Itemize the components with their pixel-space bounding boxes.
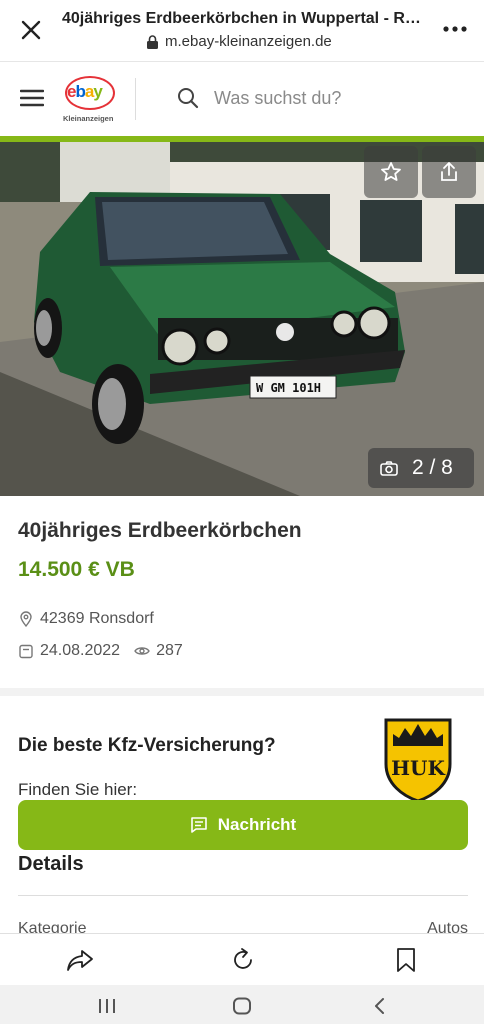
browser-title: 40jähriges Erdbeerkörbchen in Wuppertal …	[62, 10, 424, 27]
more-options-icon[interactable]	[442, 22, 468, 36]
calendar-icon	[19, 644, 33, 659]
eye-icon	[134, 647, 150, 655]
bottom-toolbar	[0, 933, 484, 985]
hamburger-menu-icon[interactable]	[20, 88, 44, 108]
location-row: 42369 Ronsdorf	[18, 610, 154, 628]
ad-title[interactable]: Die beste Kfz-Versicherung?	[18, 735, 276, 757]
browser-url[interactable]: m.ebay-kleinanzeigen.de	[146, 33, 332, 50]
image-counter: 2 / 8	[368, 448, 474, 488]
listing-title: 40jähriges Erdbeerkörbchen	[18, 519, 302, 542]
browser-url-text: m.ebay-kleinanzeigen.de	[165, 33, 332, 50]
huk-logo-text: HUK	[391, 756, 445, 780]
listing-price: 14.500 € VB	[18, 558, 135, 581]
bookmark-icon[interactable]	[392, 946, 420, 974]
header-divider	[135, 78, 136, 120]
lock-icon	[147, 34, 158, 49]
location-pin-icon	[20, 611, 32, 627]
huk-logo[interactable]: HUK	[383, 716, 453, 802]
forward-share-icon[interactable]	[66, 946, 94, 974]
home-icon[interactable]	[231, 997, 253, 1015]
date-views-row: 24.08.2022 287	[18, 642, 183, 660]
system-navigation-bar	[0, 985, 484, 1024]
close-icon[interactable]	[16, 15, 46, 45]
back-icon[interactable]	[369, 997, 391, 1015]
ad-subtitle: Finden Sie hier:	[18, 780, 138, 799]
recent-apps-icon[interactable]	[96, 997, 118, 1015]
browser-bar: 40jähriges Erdbeerkörbchen in Wuppertal …	[0, 0, 484, 62]
section-separator	[0, 688, 484, 696]
license-plate: W GM 101H	[256, 381, 321, 395]
logo-subtitle: Kleinanzeigen	[63, 114, 114, 123]
site-header: ebay Kleinanzeigen Was suchst du?	[0, 62, 484, 136]
ebay-kleinanzeigen-logo[interactable]: ebay Kleinanzeigen	[63, 74, 117, 123]
view-count: 287	[156, 642, 183, 659]
message-button-label: Nachricht	[217, 815, 297, 834]
camera-icon	[380, 461, 398, 476]
image-gallery[interactable]: W GM 101H 2 / 8	[0, 142, 484, 496]
message-button[interactable]: Nachricht	[18, 800, 468, 850]
reload-icon[interactable]	[229, 946, 257, 974]
image-counter-text: 2 / 8	[412, 456, 453, 479]
details-title: Details	[18, 853, 84, 875]
search-field[interactable]: Was suchst du?	[176, 86, 341, 110]
search-placeholder: Was suchst du?	[214, 87, 342, 108]
chat-icon	[190, 817, 207, 833]
location-text: 42369 Ronsdorf	[40, 610, 154, 627]
share-button[interactable]	[422, 146, 476, 198]
search-icon	[178, 88, 199, 109]
share-icon	[441, 162, 457, 181]
favorite-button[interactable]	[364, 146, 418, 198]
details-divider	[18, 895, 468, 896]
posted-date: 24.08.2022	[40, 642, 121, 659]
logo-word: ebay	[67, 82, 103, 101]
star-icon	[381, 162, 401, 181]
